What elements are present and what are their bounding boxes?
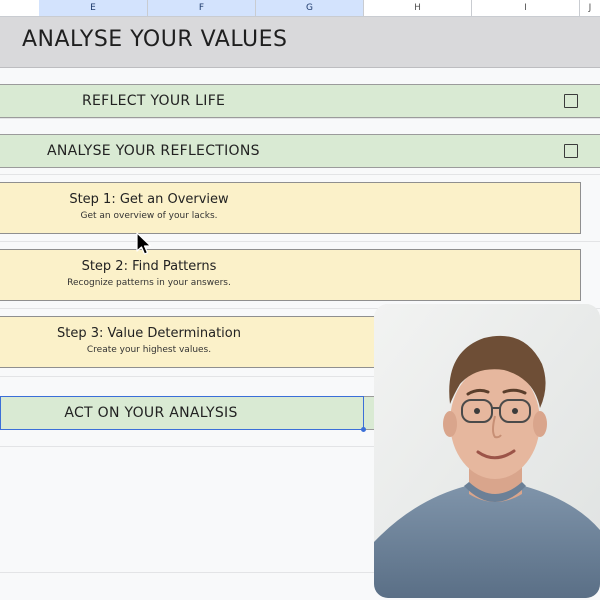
- checkbox-icon[interactable]: [564, 144, 578, 158]
- gridline: [0, 118, 600, 119]
- title-band: ANALYSE YOUR VALUES: [0, 17, 600, 68]
- section-act-on-your-analysis[interactable]: ACT ON YOUR ANALYSIS: [0, 396, 364, 430]
- step-card-2[interactable]: Step 2: Find Patterns Recognize patterns…: [0, 249, 581, 301]
- column-header-f[interactable]: F: [148, 0, 256, 16]
- step-title: Step 3: Value Determination: [57, 326, 241, 341]
- step-card-1[interactable]: Step 1: Get an Overview Get an overview …: [0, 182, 581, 234]
- presenter-video-overlay: [374, 304, 600, 598]
- presenter-portrait: [374, 304, 600, 598]
- gridline: [0, 174, 600, 175]
- column-header-i[interactable]: I: [472, 0, 580, 16]
- page-title: ANALYSE YOUR VALUES: [22, 27, 288, 52]
- column-header-e[interactable]: E: [39, 0, 148, 16]
- checkbox-icon[interactable]: [564, 94, 578, 108]
- selection-fill-handle[interactable]: [361, 427, 366, 432]
- column-header-h[interactable]: H: [364, 0, 472, 16]
- section-label: ACT ON YOUR ANALYSIS: [64, 405, 238, 421]
- step-description: Create your highest values.: [86, 345, 212, 355]
- gridline: [0, 241, 600, 242]
- section-label: REFLECT YOUR LIFE: [82, 93, 226, 109]
- section-label: ANALYSE YOUR REFLECTIONS: [47, 143, 260, 159]
- column-header-j[interactable]: J: [580, 0, 600, 16]
- column-header-bar: E F G H I J: [0, 0, 600, 17]
- step-title: Step 2: Find Patterns: [81, 259, 217, 274]
- step-description: Get an overview of your lacks.: [80, 211, 218, 221]
- section-reflect-your-life[interactable]: REFLECT YOUR LIFE: [0, 84, 600, 118]
- step-description: Recognize patterns in your answers.: [67, 278, 231, 288]
- column-header-g[interactable]: G: [256, 0, 364, 16]
- step-title: Step 1: Get an Overview: [69, 192, 229, 207]
- mouse-cursor-icon: [136, 232, 152, 255]
- section-analyse-your-reflections[interactable]: ANALYSE YOUR REFLECTIONS: [0, 134, 600, 168]
